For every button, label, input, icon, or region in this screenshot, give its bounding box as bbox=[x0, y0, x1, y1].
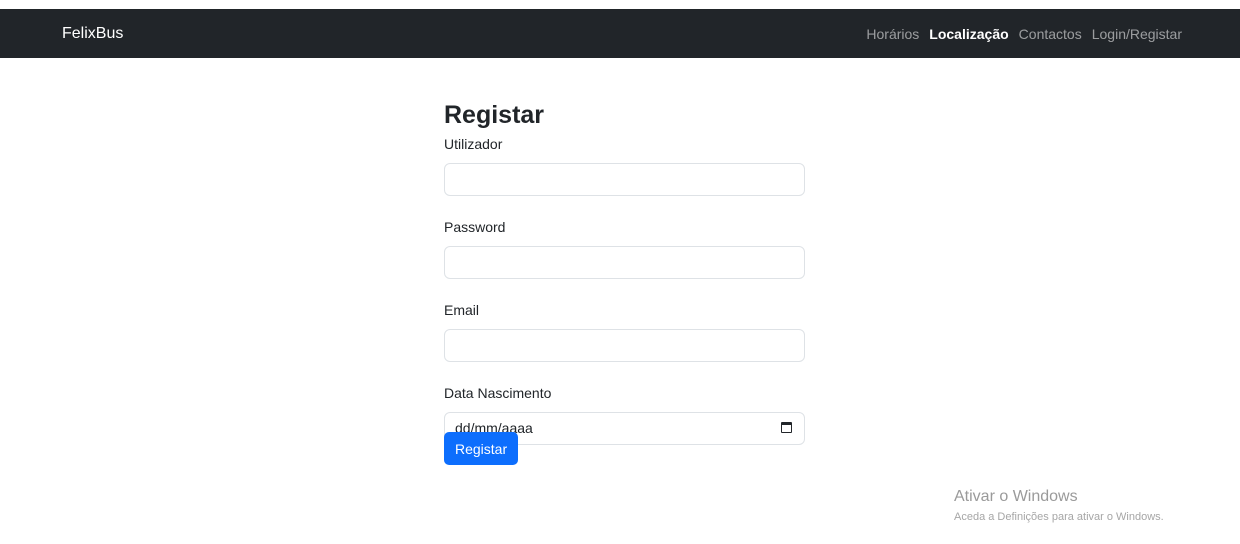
navbar: FelixBus Horários Localização Contactos … bbox=[0, 9, 1240, 58]
password-label: Password bbox=[444, 219, 506, 235]
brand-link[interactable]: FelixBus bbox=[62, 9, 123, 58]
email-input[interactable] bbox=[444, 329, 805, 362]
watermark-title: Ativar o Windows bbox=[954, 488, 1078, 505]
watermark-subtitle: Aceda a Definições para ativar o Windows… bbox=[954, 511, 1164, 523]
page-title: Registar bbox=[444, 101, 545, 129]
password-group: Password bbox=[444, 217, 805, 279]
birthdate-label: Data Nascimento bbox=[444, 385, 552, 401]
password-input[interactable] bbox=[444, 246, 805, 279]
calendar-icon[interactable] bbox=[781, 422, 792, 433]
username-label: Utilizador bbox=[444, 136, 503, 152]
register-form: Registar Utilizador Password Email Data … bbox=[444, 96, 805, 465]
nav-link-localizacao[interactable]: Localização bbox=[929, 26, 1008, 42]
username-input[interactable] bbox=[444, 163, 805, 196]
username-group: Utilizador bbox=[444, 134, 805, 196]
nav-links: Horários Localização Contactos Login/Reg… bbox=[856, 9, 1182, 58]
windows-activation-watermark: Ativar o Windows Aceda a Definições para… bbox=[954, 487, 1164, 525]
nav-link-contactos[interactable]: Contactos bbox=[1019, 26, 1082, 42]
nav-link-horarios[interactable]: Horários bbox=[866, 26, 919, 42]
register-button[interactable]: Registar bbox=[444, 432, 519, 465]
nav-link-login-registar[interactable]: Login/Registar bbox=[1092, 26, 1182, 42]
email-group: Email bbox=[444, 300, 805, 362]
email-label: Email bbox=[444, 302, 480, 318]
